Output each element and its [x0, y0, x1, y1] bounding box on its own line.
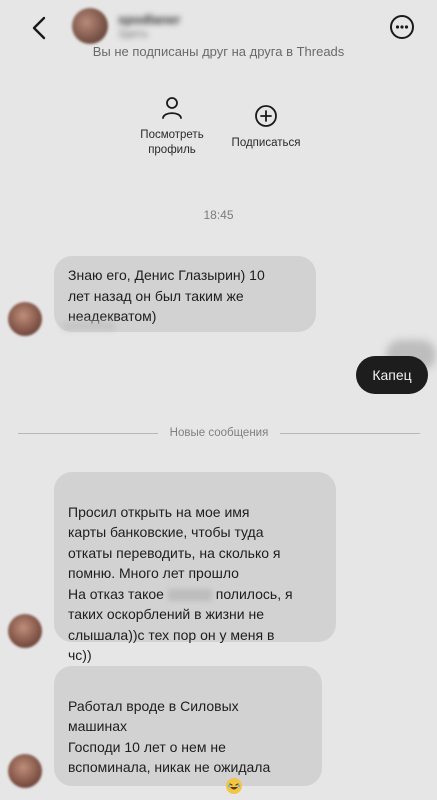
laughing-emoji-icon	[225, 777, 242, 794]
header-username[interactable]: spodlaner	[118, 12, 180, 27]
follow-label: Подписаться	[231, 137, 301, 149]
chat-screen: spodlaner Здесь Вы не подписаны друг на …	[0, 0, 437, 800]
view-profile-button[interactable]: Посмотреть профиль	[126, 96, 218, 158]
divider-line-right	[280, 432, 420, 434]
incoming-message-bubble[interactable]: Просил открыть на мое имя карты банковск…	[54, 472, 336, 663]
person-icon	[162, 97, 182, 119]
sender-avatar[interactable]	[8, 302, 42, 336]
divider-label: Новые сообщения	[169, 427, 269, 439]
redacted-word	[167, 588, 212, 601]
plus-circle-icon	[255, 105, 277, 127]
sender-avatar[interactable]	[8, 614, 42, 648]
header-avatar[interactable]	[72, 8, 108, 44]
header-status: Здесь	[118, 28, 149, 40]
sender-avatar[interactable]	[8, 754, 42, 788]
incoming-message-bubble[interactable]: Работал вроде в Силовых машинах Господи …	[54, 666, 322, 800]
view-profile-label: Посмотреть профиль	[140, 129, 204, 156]
follow-status-notice: Вы не подписаны друг на друга в Threads	[92, 44, 345, 59]
divider-line-left	[18, 432, 158, 434]
back-button[interactable]	[26, 12, 54, 44]
more-options-button[interactable]	[389, 14, 415, 40]
back-icon	[32, 16, 46, 40]
outgoing-message-bubble[interactable]: Капец	[356, 356, 428, 394]
message-reaction	[62, 322, 116, 330]
more-options-icon	[390, 15, 414, 39]
follow-button[interactable]: Подписаться	[218, 104, 314, 151]
new-messages-divider: Новые сообщения	[18, 424, 420, 442]
message-timestamp: 18:45	[203, 208, 234, 222]
incoming-message-bubble[interactable]: Знаю его, Денис Глазырин) 10 лет назад о…	[54, 256, 316, 332]
